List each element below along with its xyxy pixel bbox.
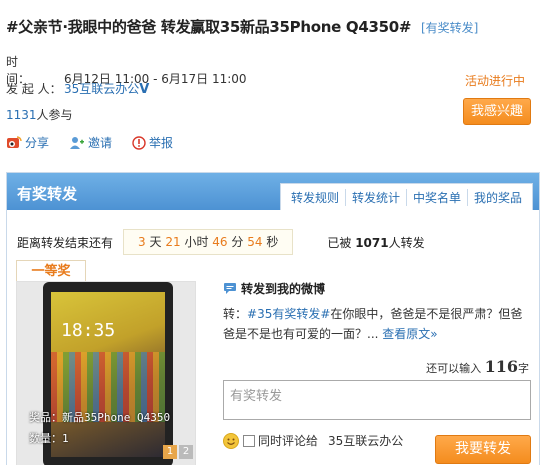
countdown-minutes: 46: [212, 235, 228, 249]
tab-stats[interactable]: 转发统计: [346, 188, 407, 206]
forward-textarea[interactable]: 有奖转发: [223, 380, 531, 420]
also-comment-label: 同时评论给: [258, 434, 319, 448]
forwarded-info: 已被 1071人转发: [327, 234, 424, 251]
share-prefix: 转：: [223, 307, 248, 321]
tab-my-prizes[interactable]: 我的奖品: [468, 189, 528, 206]
countdown-seconds: 54: [247, 235, 263, 249]
prize-page-2[interactable]: 2: [179, 445, 193, 459]
countdown-label: 距离转发结束还有: [17, 235, 114, 250]
remain-prefix: 还可以输入: [426, 362, 482, 375]
panel-header: 有奖转发 转发规则 转发统计 中奖名单 我的奖品: [7, 173, 539, 210]
countdown-minutes-unit: 分: [231, 235, 244, 249]
also-comment-target: 35互联云办公: [328, 434, 404, 448]
countdown-hours: 21: [165, 235, 181, 249]
initiator-link[interactable]: 35互联云办公: [64, 82, 139, 96]
prize-tab[interactable]: 一等奖: [16, 260, 86, 282]
report-label: 举报: [149, 136, 174, 150]
event-title: #父亲节·我眼中的爸爸 转发赢取35新品35Phone Q4350#: [6, 18, 412, 36]
prize-page-1[interactable]: 1: [163, 445, 177, 459]
forwarded-count: 1071: [355, 235, 389, 250]
prize-image-box[interactable]: 18:35 奖品：新品35Phone Q4350 数量：1 1 2: [16, 281, 196, 465]
participants-count[interactable]: 1131: [6, 108, 37, 122]
forward-options: 同时评论给 35互联云办公: [223, 432, 403, 449]
countdown-timer: 3 天 21 小时 46 分 54 秒: [123, 229, 294, 255]
event-title-row: #父亲节·我眼中的爸爸 转发赢取35新品35Phone Q4350# [有奖转发…: [6, 16, 546, 37]
weibo-bubble-icon: [224, 283, 236, 294]
invite-label: 邀请: [88, 136, 113, 150]
phone-clock: 18:35: [61, 320, 116, 341]
add-user-icon: [70, 136, 85, 149]
panel-title: 有奖转发: [17, 185, 78, 203]
tab-rules[interactable]: 转发规则: [285, 188, 346, 206]
report-action[interactable]: 举报: [132, 134, 173, 151]
emoticon-icon[interactable]: [223, 432, 239, 449]
share-heading-text: 转发到我的微博: [241, 282, 326, 296]
participants-suffix: 人参与: [36, 108, 73, 122]
share-icon: [7, 135, 22, 148]
initiator-label: 发 起 人：: [6, 82, 62, 96]
tab-winners[interactable]: 中奖名单: [407, 188, 468, 206]
also-comment-checkbox[interactable]: [243, 434, 255, 447]
share-preview: 转：#35有奖转发#在你眼中，爸爸是不是很严肃？但爸爸是不是也有可爱的一面？..…: [223, 304, 533, 344]
share-label: 分享: [25, 136, 50, 150]
countdown-row: 距离转发结束还有 3 天 21 小时 46 分 54 秒 已被 1071人转发: [17, 229, 425, 255]
panel-tabs: 转发规则 转发统计 中奖名单 我的奖品: [279, 183, 533, 210]
countdown-seconds-unit: 秒: [266, 235, 279, 249]
event-initiator: 发 起 人： 35互联云办公V: [6, 80, 149, 97]
share-action[interactable]: 分享: [6, 134, 49, 151]
event-status: 活动进行中: [465, 74, 526, 88]
event-tag[interactable]: [有奖转发]: [421, 21, 478, 35]
action-bar: 分享 邀请 举报: [6, 134, 173, 151]
prize-qty: 数量：1: [29, 432, 69, 445]
invite-action[interactable]: 邀请: [69, 134, 112, 151]
view-original-link[interactable]: 查看原文»: [382, 327, 437, 341]
countdown-days-unit: 天: [149, 235, 162, 249]
participants: 1131人参与: [6, 106, 73, 123]
prize-name: 奖品：新品35Phone Q4350: [29, 411, 171, 424]
countdown-days: 3: [138, 235, 146, 249]
reward-forward-panel: 有奖转发 转发规则 转发统计 中奖名单 我的奖品 距离转发结束还有 3 天 21…: [6, 172, 540, 465]
forwarded-suffix: 人转发: [388, 235, 425, 250]
submit-forward-button[interactable]: 我要转发: [435, 435, 531, 464]
remain-suffix: 字: [518, 362, 529, 375]
char-remaining: 还可以输入 116字: [426, 357, 529, 376]
forwarded-prefix: 已被: [327, 235, 352, 250]
countdown-hours-unit: 小时: [184, 235, 209, 249]
share-hashtag[interactable]: #35有奖转发#: [247, 307, 330, 321]
remain-count: 116: [484, 357, 518, 376]
interest-button[interactable]: 我感兴趣: [463, 98, 531, 125]
verified-icon: V: [139, 82, 150, 97]
share-heading: 转发到我的微博: [223, 280, 325, 297]
warning-icon: [132, 135, 146, 150]
